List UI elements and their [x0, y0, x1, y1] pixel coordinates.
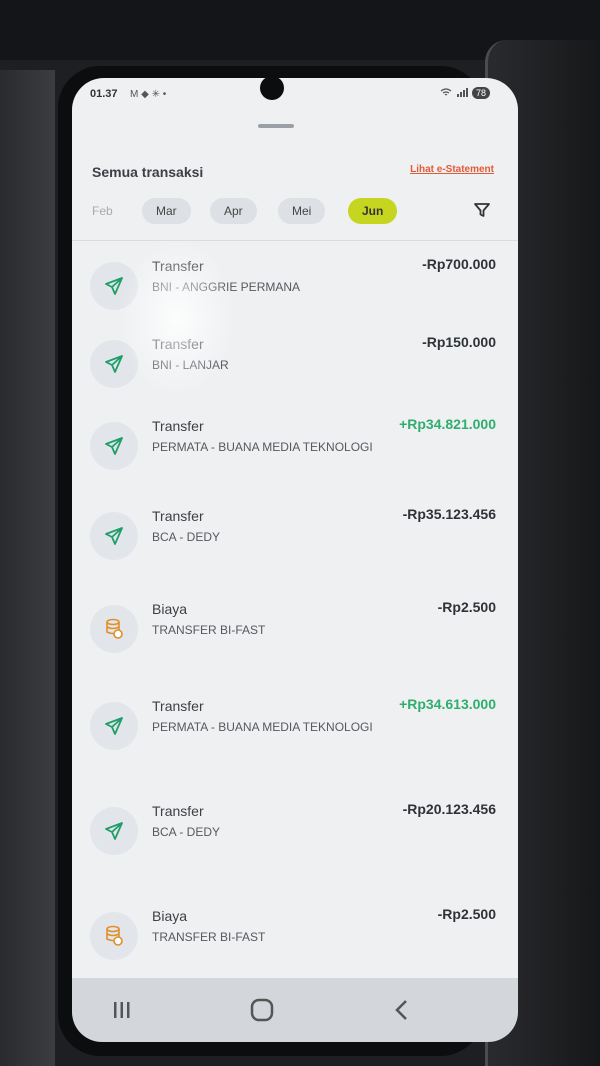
transaction-detail: BNI - ANGGRIE PERMANA — [152, 280, 301, 294]
send-icon — [90, 702, 138, 750]
transaction-type: Transfer — [152, 418, 204, 434]
transaction-detail: TRANSFER BI-FAST — [152, 930, 266, 944]
transaction-amount: +Rp34.613.000 — [399, 696, 496, 712]
send-icon — [90, 340, 138, 388]
tab-month-jun[interactable]: Jun — [348, 198, 398, 224]
divider — [72, 240, 518, 241]
battery-indicator: 78 — [471, 87, 490, 99]
transaction-amount: -Rp20.123.456 — [402, 801, 496, 817]
app-screen: 01.37 M ◆ ✳ • 78 Semua transaksi Lihat e… — [72, 78, 518, 978]
filter-icon[interactable] — [472, 200, 492, 220]
transaction-amount: -Rp2.500 — [437, 599, 496, 615]
front-camera — [260, 78, 284, 100]
transaction-amount: -Rp700.000 — [422, 256, 496, 272]
recent-apps-icon[interactable] — [102, 994, 142, 1026]
system-nav-bar — [72, 978, 518, 1042]
transaction-row[interactable]: Transfer PERMATA - BUANA MEDIA TEKNOLOGI +… — [72, 404, 518, 484]
transaction-row[interactable]: Transfer PERMATA - BUANA MEDIA TEKNOLOGI +… — [72, 684, 518, 764]
transaction-detail: PERMATA - BUANA MEDIA TEKNOLOGI — [152, 440, 373, 454]
transaction-type: Transfer — [152, 803, 204, 819]
tab-month-mar[interactable]: Mar — [142, 198, 191, 224]
transaction-detail: BCA - DEDY — [152, 530, 221, 544]
wifi-icon — [440, 87, 452, 99]
tab-month-feb[interactable]: Feb — [78, 198, 127, 224]
transaction-detail: BCA - DEDY — [152, 825, 221, 839]
month-tabs: Feb Mar Apr Mei Jun — [72, 198, 518, 232]
page-title: Semua transaksi — [92, 164, 204, 180]
transaction-row[interactable]: Biaya TRANSFER BI-FAST -Rp2.500 — [72, 894, 518, 974]
send-icon — [90, 807, 138, 855]
transaction-type: Transfer — [152, 258, 204, 274]
transaction-type: Transfer — [152, 508, 204, 524]
tab-month-apr[interactable]: Apr — [210, 198, 257, 224]
send-icon — [90, 512, 138, 560]
transaction-type: Transfer — [152, 336, 204, 352]
transaction-type: Biaya — [152, 908, 188, 924]
transaction-amount: -Rp150.000 — [422, 334, 496, 350]
transaction-row[interactable]: Transfer BNI - LANJAR -Rp150.000 — [72, 322, 518, 402]
transaction-row[interactable]: Transfer BCA - DEDY -Rp20.123.456 — [72, 789, 518, 869]
status-time: 01.37 — [90, 88, 118, 100]
coins-icon — [90, 912, 138, 960]
transaction-amount: -Rp2.500 — [437, 906, 496, 922]
transaction-row[interactable]: Transfer BCA - DEDY -Rp35.123.456 — [72, 494, 518, 574]
transaction-row[interactable]: Transfer BNI - ANGGRIE PERMANA -Rp700.000 — [72, 244, 518, 324]
sheet-drag-handle[interactable] — [258, 124, 294, 128]
send-icon — [90, 262, 138, 310]
status-right: 78 — [440, 87, 490, 99]
transaction-amount: -Rp35.123.456 — [402, 506, 496, 522]
phone-frame: 01.37 M ◆ ✳ • 78 Semua transaksi Lihat e… — [58, 66, 518, 1056]
transaction-detail: PERMATA - BUANA MEDIA TEKNOLOGI — [152, 720, 373, 734]
transaction-type: Transfer — [152, 698, 204, 714]
tab-month-mei[interactable]: Mei — [278, 198, 326, 224]
e-statement-link[interactable]: Lihat e-Statement — [410, 164, 494, 175]
notification-icons: M ◆ ✳ • — [130, 89, 167, 100]
transaction-amount: +Rp34.821.000 — [399, 416, 496, 432]
transaction-detail: BNI - LANJAR — [152, 358, 229, 372]
transaction-type: Biaya — [152, 601, 188, 617]
signal-icon — [456, 87, 468, 99]
back-icon[interactable] — [382, 994, 422, 1026]
send-icon — [90, 422, 138, 470]
transaction-row[interactable]: Biaya TRANSFER BI-FAST -Rp2.500 — [72, 587, 518, 667]
background-left-device — [0, 70, 55, 1066]
transaction-detail: TRANSFER BI-FAST — [152, 623, 266, 637]
coins-icon — [90, 605, 138, 653]
home-icon[interactable] — [242, 994, 282, 1026]
